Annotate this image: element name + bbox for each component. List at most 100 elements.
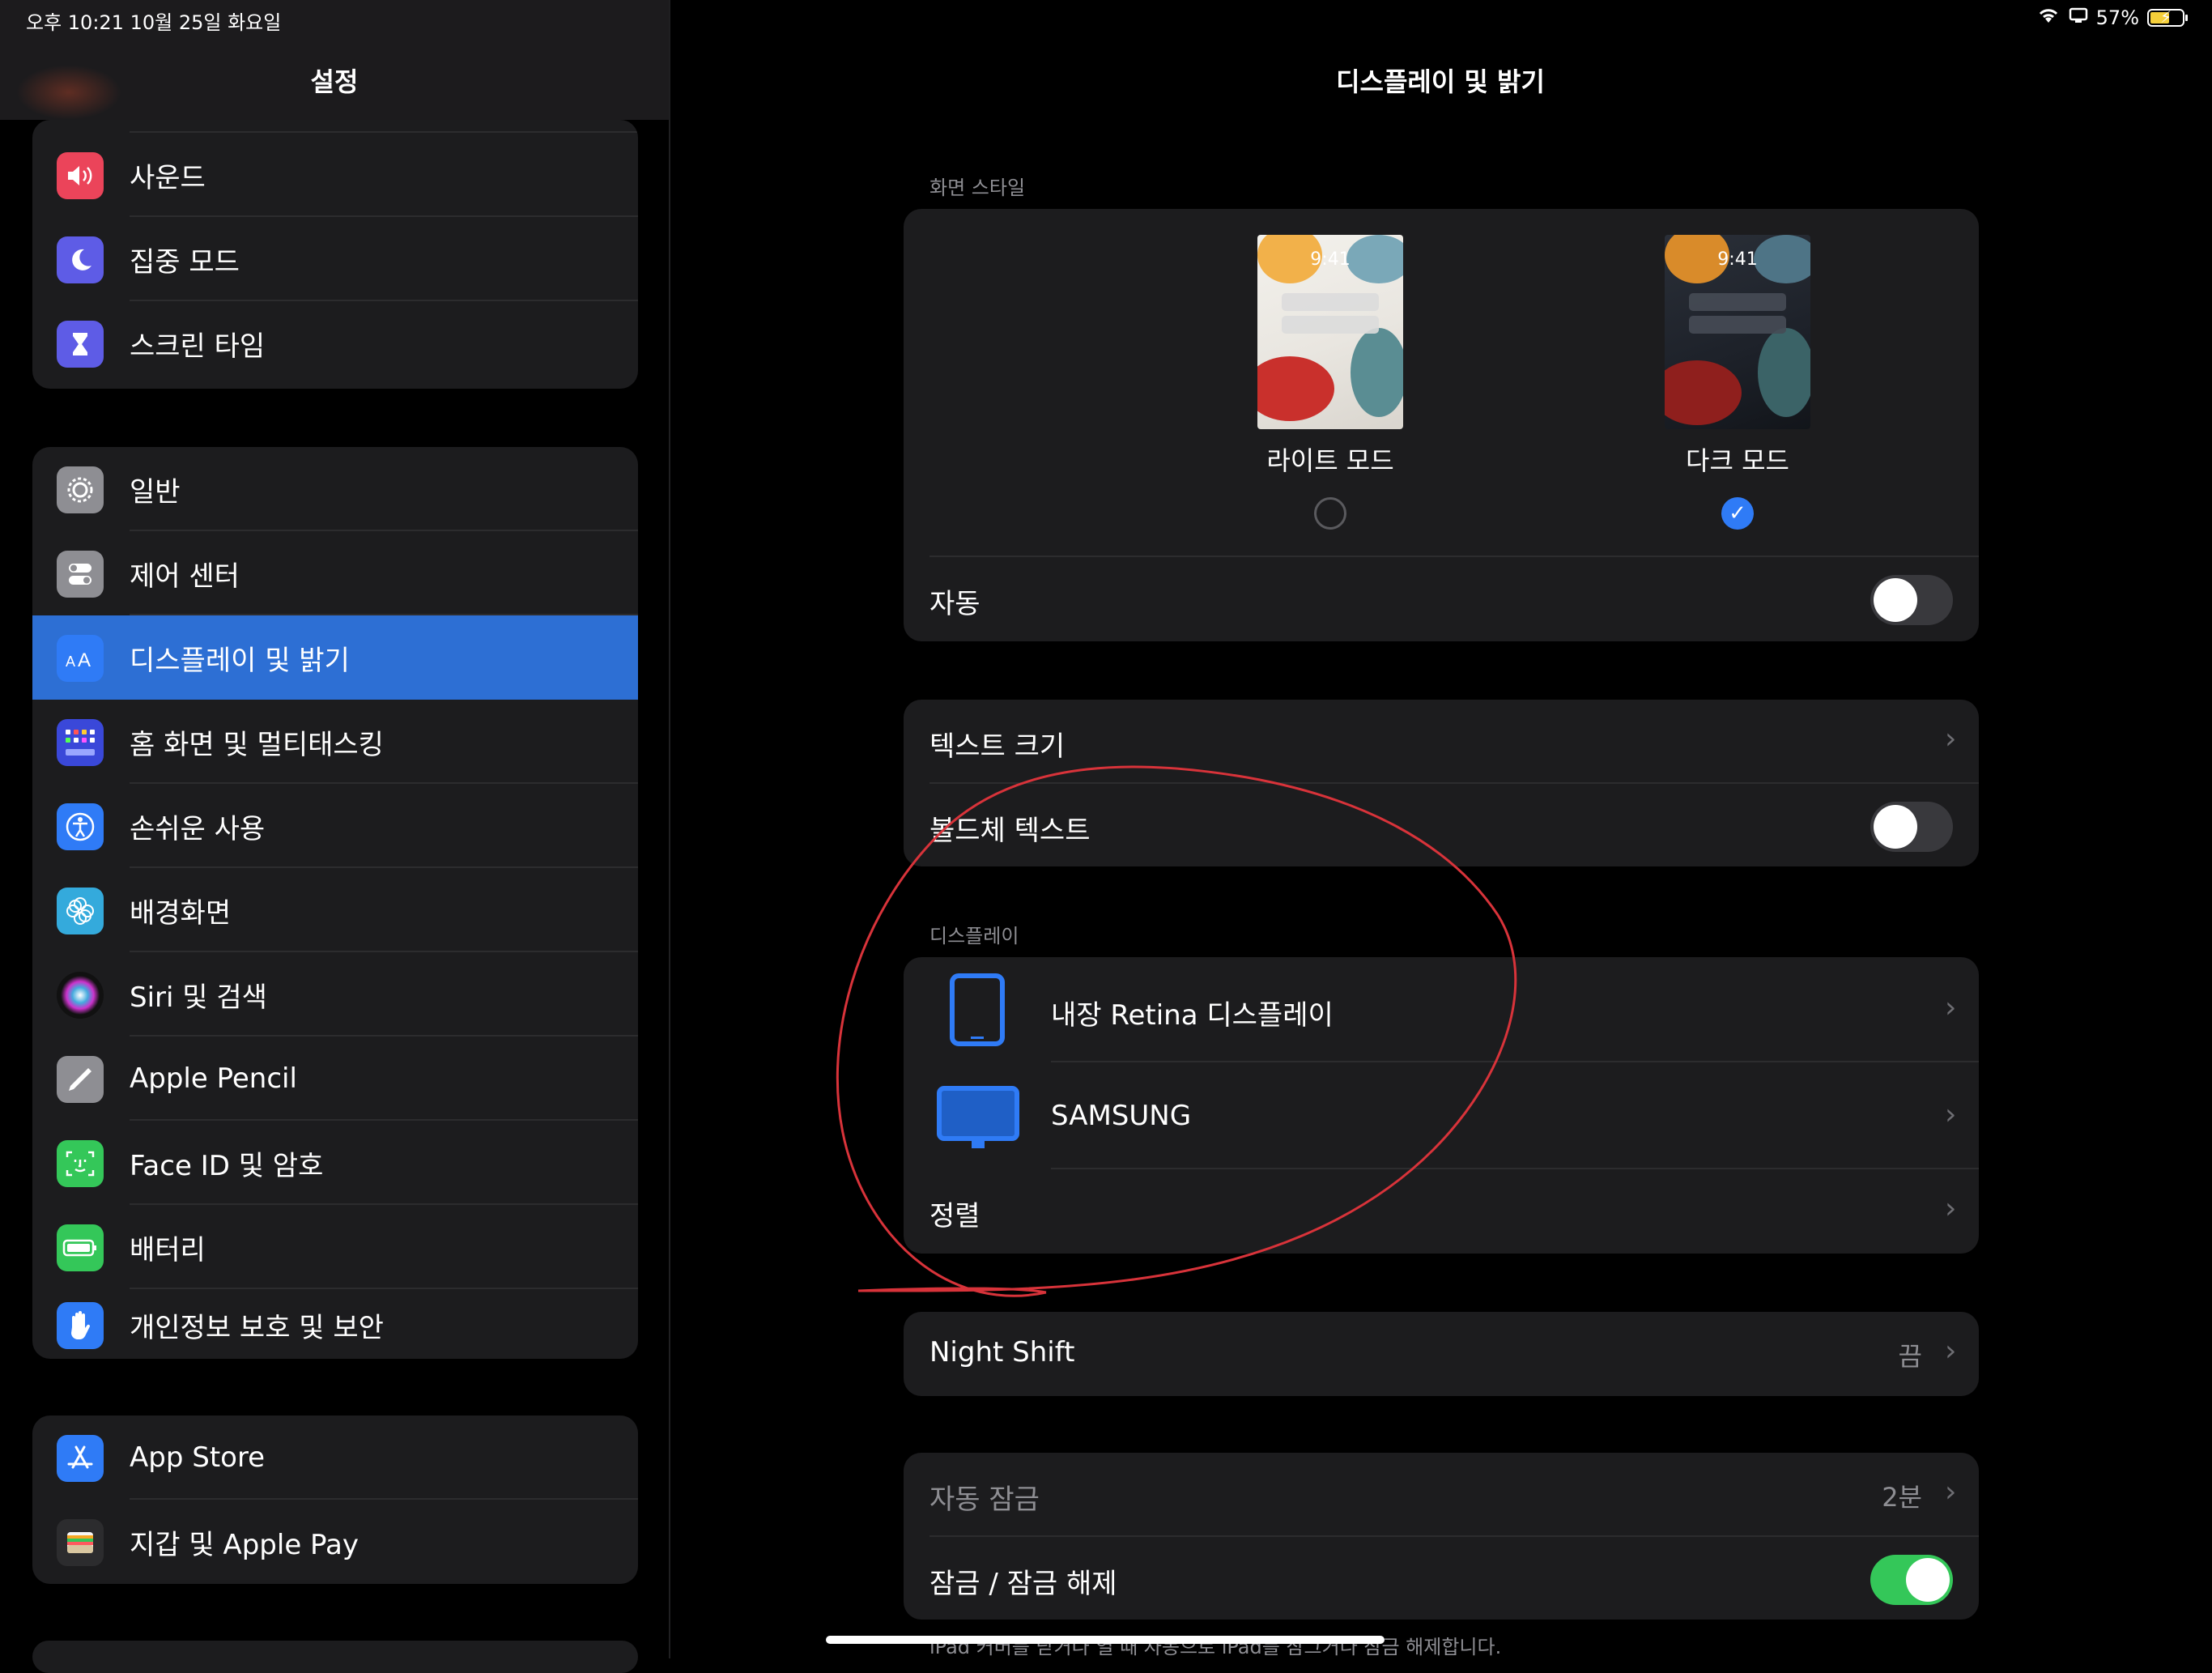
sidebar-item-home-screen[interactable]: 홈 화면 및 멀티태스킹 — [32, 700, 638, 784]
sidebar-item-sound[interactable]: 사운드 — [32, 133, 638, 217]
sidebar-item-label: 지갑 및 Apple Pay — [130, 1528, 359, 1561]
preview-bar — [1689, 316, 1786, 334]
home-indicator[interactable] — [826, 1636, 1385, 1644]
chevron-right-icon: › — [1945, 1335, 1957, 1368]
lock-unlock-toggle[interactable] — [1870, 1555, 1953, 1605]
sidebar-item-display-brightness[interactable]: AA 디스플레이 및 밝기 — [32, 615, 638, 700]
light-mode-label: 라이트 모드 — [1266, 445, 1394, 476]
arrangement-row[interactable]: 정렬 › — [904, 1169, 1979, 1254]
status-right: 57% ⚡ — [2036, 6, 2188, 29]
sidebar-item-battery[interactable]: 배터리 — [32, 1205, 638, 1289]
display-row-samsung[interactable]: SAMSUNG › — [904, 1062, 1979, 1169]
preview-bar — [1282, 293, 1379, 311]
auto-label: 자동 — [929, 588, 981, 620]
display-row-internal[interactable]: 내장 Retina 디스플레이 › — [904, 957, 1979, 1062]
light-mode-option[interactable]: 9:41 라이트 모드 — [1225, 235, 1436, 530]
dark-mode-radio-checked[interactable]: ✓ — [1721, 497, 1754, 530]
auto-lock-value: 2분 — [1882, 1482, 1922, 1513]
svg-text:A: A — [66, 653, 75, 670]
sidebar-item-label: App Store — [130, 1441, 266, 1474]
ipad-icon — [949, 973, 1006, 1049]
bold-text-toggle[interactable] — [1870, 802, 1953, 852]
dark-mode-label: 다크 모드 — [1686, 445, 1789, 476]
sidebar-item-label: 일반 — [130, 475, 181, 509]
lock-unlock-row: 잠금 / 잠금 해제 — [904, 1537, 1979, 1620]
display-samsung-label: SAMSUNG — [1051, 1100, 1192, 1132]
hand-icon — [57, 1302, 104, 1349]
chevron-right-icon: › — [1945, 1098, 1957, 1131]
text-card: 텍스트 크기 › 볼드체 텍스트 — [904, 700, 1979, 866]
svg-text:A: A — [78, 649, 91, 670]
sidebar-item-wallet[interactable]: 지갑 및 Apple Pay — [32, 1500, 638, 1584]
sidebar-item-wallpaper[interactable]: 배경화면 — [32, 868, 638, 952]
sidebar-item-face-id[interactable]: Face ID 및 암호 — [32, 1121, 638, 1205]
dark-mode-option[interactable]: 9:41 다크 모드 ✓ — [1632, 235, 1843, 530]
toggle-knob — [1874, 805, 1917, 849]
preview-bar — [1689, 293, 1786, 311]
sidebar-item-app-store[interactable]: App Store — [32, 1415, 638, 1500]
light-preview-time: 9:41 — [1310, 249, 1351, 270]
dark-preview-time: 9:41 — [1717, 249, 1758, 270]
bold-text-row: 볼드체 텍스트 — [904, 784, 1979, 866]
battery-icon — [57, 1224, 104, 1271]
light-mode-preview: 9:41 — [1257, 235, 1403, 429]
sidebar: 설정 사운드 집중 모드 스크린 타임 일반 제어 센터 A A 디스플레이 및… — [0, 0, 670, 1673]
toggle-knob — [1874, 578, 1917, 622]
section-label-display: 디스플레이 — [929, 925, 1019, 947]
sidebar-item-label: 제어 센터 — [130, 560, 240, 593]
preview-bar — [1282, 316, 1379, 334]
sidebar-item-label: 개인정보 보호 및 보안 — [130, 1311, 384, 1344]
section-label-appearance: 화면 스타일 — [929, 177, 1026, 199]
sidebar-group-1: 사운드 집중 모드 스크린 타임 — [32, 120, 638, 389]
text-size-row[interactable]: 텍스트 크기 › — [904, 700, 1979, 784]
auto-lock-row[interactable]: 자동 잠금 2분 › — [904, 1453, 1979, 1537]
sidebar-item-label: 디스플레이 및 밝기 — [130, 644, 350, 677]
status-bar: 오후 10:21 10월 25일 화요일 57% ⚡ — [0, 0, 2212, 39]
battery-percent: 57% — [2095, 6, 2139, 29]
night-shift-card: Night Shift 끔 › — [904, 1312, 1979, 1396]
checkmark-icon: ✓ — [1729, 501, 1746, 526]
arrangement-label: 정렬 — [929, 1200, 981, 1232]
speaker-icon — [57, 152, 104, 199]
accessibility-icon — [57, 803, 104, 850]
night-shift-label: Night Shift — [929, 1336, 1075, 1369]
flower-icon — [57, 888, 104, 934]
chevron-right-icon: › — [1945, 1192, 1957, 1225]
chevron-right-icon: › — [1945, 991, 1957, 1024]
chevron-right-icon: › — [1945, 722, 1957, 756]
auto-toggle[interactable] — [1870, 575, 1953, 625]
page-title: 디스플레이 및 밝기 — [1336, 66, 1545, 97]
chevron-right-icon: › — [1945, 1475, 1957, 1509]
sidebar-item-focus[interactable]: 집중 모드 — [32, 217, 638, 301]
sidebar-item-apple-pencil[interactable]: Apple Pencil — [32, 1037, 638, 1121]
sidebar-item-screen-time[interactable]: 스크린 타임 — [32, 301, 638, 385]
screen-mirroring-icon — [2069, 6, 2088, 29]
sidebar-item-label: Siri 및 검색 — [130, 981, 267, 1014]
sidebar-item-label: 손쉬운 사용 — [130, 812, 266, 845]
lock-unlock-label: 잠금 / 잠금 해제 — [929, 1568, 1117, 1600]
status-time-date: 오후 10:21 10월 25일 화요일 — [26, 11, 282, 34]
lock-card: 자동 잠금 2분 › 잠금 / 잠금 해제 — [904, 1453, 1979, 1620]
sidebar-item-control-center[interactable]: 제어 센터 — [32, 531, 638, 615]
appearance-card: 9:41 라이트 모드 9:41 다크 모드 ✓ 자동 — [904, 209, 1979, 641]
night-shift-row[interactable]: Night Shift 끔 › — [904, 1312, 1979, 1396]
sidebar-item-label: Face ID 및 암호 — [130, 1149, 324, 1182]
dark-mode-preview: 9:41 — [1665, 235, 1810, 429]
sidebar-item-label: 배경화면 — [130, 896, 232, 930]
sidebar-item-label: 홈 화면 및 멀티태스킹 — [130, 728, 384, 761]
display-card: 내장 Retina 디스플레이 › SAMSUNG › 정렬 › — [904, 957, 1979, 1254]
sidebar-item-siri[interactable]: Siri 및 검색 — [32, 952, 638, 1037]
sidebar-item-accessibility[interactable]: 손쉬운 사용 — [32, 784, 638, 868]
light-mode-radio[interactable] — [1314, 497, 1346, 530]
battery-charging-icon: ⚡ — [2147, 7, 2188, 27]
auto-appearance-row: 자동 — [904, 557, 1979, 641]
sidebar-group-3: App Store 지갑 및 Apple Pay — [32, 1415, 638, 1584]
pencil-icon — [57, 1056, 104, 1103]
text-size-label: 텍스트 크기 — [929, 730, 1066, 763]
sidebar-item-privacy[interactable]: 개인정보 보호 및 보안 — [32, 1283, 638, 1359]
sidebar-item-general[interactable]: 일반 — [32, 447, 638, 531]
auto-lock-label: 자동 잠금 — [929, 1484, 1040, 1516]
sidebar-item-label: 사운드 — [130, 161, 206, 194]
wallet-icon — [57, 1519, 104, 1566]
night-shift-value: 끔 — [1898, 1341, 1922, 1372]
